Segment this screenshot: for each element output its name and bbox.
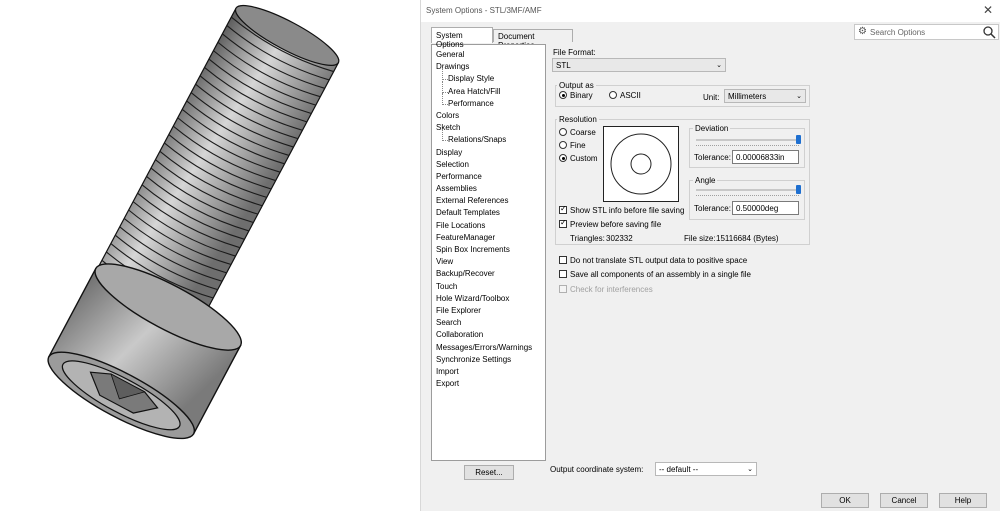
unit-label: Unit: <box>703 93 720 102</box>
show-stl-info-checkbox[interactable] <box>559 204 567 214</box>
tree-item[interactable]: File Explorer <box>436 305 545 317</box>
tab-system-options[interactable]: System Options <box>431 27 493 49</box>
check-interferences-label: Check for interferences <box>570 285 653 294</box>
output-as-label: Output as <box>557 81 596 90</box>
window-title: System Options - STL/3MF/AMF <box>426 6 542 15</box>
tree-item[interactable]: Hole Wizard/Toolbox <box>436 293 545 305</box>
tree-item[interactable]: General <box>436 49 545 61</box>
angle-tolerance-label: Tolerance: <box>694 204 731 213</box>
resolution-label: Resolution <box>557 115 599 124</box>
unit-select[interactable]: Millimeters ⌄ <box>724 89 806 103</box>
deviation-tolerance-label: Tolerance: <box>694 153 731 162</box>
tree-item[interactable]: View <box>436 256 545 268</box>
preview-before-saving-label: Preview before saving file <box>570 220 662 229</box>
no-translate-checkbox[interactable] <box>559 256 567 264</box>
search-options-box[interactable]: ⚙ Search Options <box>854 24 999 40</box>
tree-item[interactable]: Default Templates <box>436 207 545 219</box>
output-coordinate-label: Output coordinate system: <box>550 465 644 474</box>
tree-item[interactable]: Synchronize Settings <box>436 354 545 366</box>
tree-item[interactable]: Drawings <box>436 61 545 73</box>
fine-radio[interactable] <box>559 141 567 149</box>
tree-item[interactable]: Import <box>436 366 545 378</box>
no-translate-label: Do not translate STL output data to posi… <box>570 256 748 265</box>
output-coordinate-value: -- default -- <box>659 465 699 474</box>
file-format-label: File Format: <box>553 48 596 57</box>
chevron-down-icon: ⌄ <box>796 93 802 100</box>
tree-item[interactable]: FeatureManager <box>436 232 545 244</box>
custom-label: Custom <box>570 154 598 163</box>
deviation-slider-track[interactable] <box>696 139 799 141</box>
resolution-preview <box>603 126 679 202</box>
chevron-down-icon: ⌄ <box>747 466 753 473</box>
help-button[interactable]: Help <box>939 493 987 508</box>
tree-item[interactable]: Area Hatch/Fill <box>436 80 545 98</box>
socket-head-cap-screw-model <box>47 4 340 440</box>
tree-item[interactable]: Spin Box Increments <box>436 244 545 256</box>
triangles-value: 302332 <box>606 234 633 243</box>
system-options-dialog: System Options - STL/3MF/AMF ✕ System Op… <box>420 0 1000 511</box>
tree-item[interactable]: Messages/Errors/Warnings <box>436 342 545 354</box>
tree-item[interactable]: Touch <box>436 281 545 293</box>
tree-item[interactable]: External References <box>436 195 545 207</box>
show-stl-info-label: Show STL info before file saving <box>570 206 685 215</box>
tree-item[interactable]: Sketch <box>436 122 545 134</box>
deviation-tolerance-input[interactable]: 0.00006833in <box>732 150 799 164</box>
check-interferences-checkbox <box>559 285 567 293</box>
tree-item[interactable]: Collaboration <box>436 329 545 341</box>
preview-before-saving-checkbox[interactable] <box>559 218 567 228</box>
tree-item[interactable]: Colors <box>436 110 545 122</box>
file-size-label: File size: <box>684 234 716 243</box>
output-coordinate-select[interactable]: -- default -- ⌄ <box>655 462 757 476</box>
triangles-label: Triangles: <box>570 234 605 243</box>
cancel-button[interactable]: Cancel <box>880 493 928 508</box>
tree-item[interactable]: Selection <box>436 159 545 171</box>
search-placeholder: Search Options <box>870 28 926 37</box>
tree-item[interactable]: Performance <box>436 92 545 110</box>
reset-button[interactable]: Reset... <box>464 465 514 480</box>
angle-slider-ticks <box>696 195 799 197</box>
save-all-components-label: Save all components of an assembly in a … <box>570 270 751 279</box>
search-icon[interactable] <box>982 25 996 39</box>
angle-slider-thumb[interactable] <box>796 185 801 194</box>
tree-item[interactable]: Display <box>436 147 545 159</box>
tree-item[interactable]: Search <box>436 317 545 329</box>
angle-tolerance-input[interactable]: 0.50000deg <box>732 201 799 215</box>
ok-button[interactable]: OK <box>821 493 869 508</box>
close-icon[interactable]: ✕ <box>983 3 993 17</box>
tree-item[interactable]: File Locations <box>436 220 545 232</box>
binary-label: Binary <box>570 91 593 100</box>
coarse-radio[interactable] <box>559 128 567 136</box>
ascii-label: ASCII <box>620 91 641 100</box>
coarse-label: Coarse <box>570 128 596 137</box>
unit-value: Millimeters <box>728 92 767 101</box>
custom-radio[interactable] <box>559 154 567 162</box>
options-tree[interactable]: General Drawings Display Style Area Hatch/F… <box>431 44 546 461</box>
tab-document-properties[interactable]: Document Properties <box>493 29 573 50</box>
fine-label: Fine <box>570 141 586 150</box>
title-bar: System Options - STL/3MF/AMF ✕ <box>421 0 1000 22</box>
deviation-slider-thumb[interactable] <box>796 135 801 144</box>
tree-item[interactable]: Backup/Recover <box>436 268 545 280</box>
angle-slider-track[interactable] <box>696 189 799 191</box>
binary-radio[interactable] <box>559 91 567 99</box>
angle-label: Angle <box>693 176 718 185</box>
tree-item[interactable]: Performance <box>436 171 545 183</box>
chevron-down-icon: ⌄ <box>716 62 722 69</box>
deviation-slider-ticks <box>696 145 799 147</box>
deviation-label: Deviation <box>693 124 731 133</box>
tree-item[interactable]: Relations/Snaps <box>436 129 545 146</box>
tree-item[interactable]: Display Style <box>436 68 545 85</box>
model-viewport[interactable] <box>0 0 420 511</box>
ascii-radio[interactable] <box>609 91 617 99</box>
file-size-value: 15116684 (Bytes) <box>716 234 779 243</box>
file-format-value: STL <box>556 61 571 70</box>
tree-item[interactable]: Assemblies <box>436 183 545 195</box>
save-all-components-checkbox[interactable] <box>559 270 567 278</box>
preview-circles-icon <box>610 133 672 195</box>
gear-icon[interactable]: ⚙ <box>858 26 867 37</box>
file-format-select[interactable]: STL ⌄ <box>552 58 726 72</box>
tree-item[interactable]: Export <box>436 378 545 390</box>
